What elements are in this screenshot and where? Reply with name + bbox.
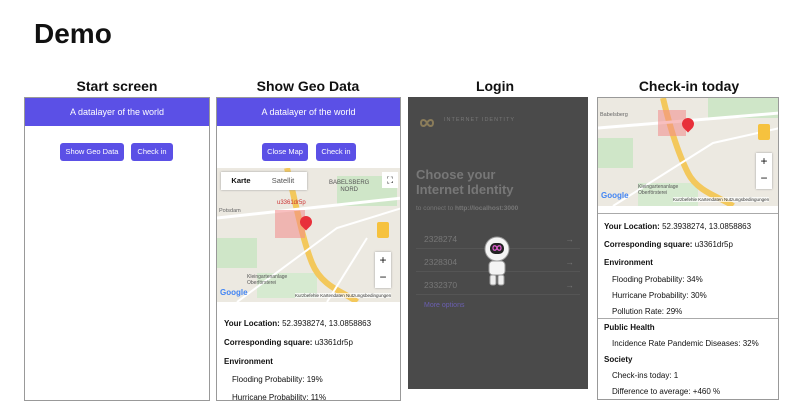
zoom-out-button[interactable]: − xyxy=(756,170,772,187)
login-heading: Choose your Internet Identity xyxy=(416,167,514,197)
square-value: u3361dr5p xyxy=(314,338,353,347)
map-view[interactable]: Karte Satellit ⛶ BABELSBERG NORD Potsdam u… xyxy=(217,168,400,302)
map-area-bottom-label: Kleingartenanlage Oberförsterei xyxy=(638,184,679,196)
pegman-icon[interactable] xyxy=(758,124,770,140)
app-header: A datalayer of the world xyxy=(25,98,209,126)
hurricane-probability: Hurricane Probability: 30% xyxy=(612,291,707,300)
location-label: Your Location: xyxy=(224,319,280,328)
society-heading: Society xyxy=(604,355,633,364)
difference-to-average: Difference to average: +460 % xyxy=(612,387,721,396)
square-label: Corresponding square: xyxy=(604,240,693,249)
check-in-button[interactable]: Check in xyxy=(316,143,356,161)
environment-heading: Environment xyxy=(224,357,273,366)
panel-title-login: Login xyxy=(475,78,515,94)
google-logo: Google xyxy=(601,191,629,200)
astronaut-loading-icon xyxy=(480,235,514,287)
health-society-info: Public Health Incidence Rate Pandemic Di… xyxy=(604,320,759,399)
internet-identity-logo-icon xyxy=(416,115,438,127)
arrow-right-icon: → xyxy=(565,257,575,267)
panel-title-checkin: Check-in today xyxy=(638,78,740,94)
map-footer: Kurzbefehle Kartendaten Nutzungsbedingun… xyxy=(673,197,770,202)
google-logo: Google xyxy=(220,288,248,297)
divider xyxy=(598,318,778,319)
hurricane-probability: Hurricane Probability: 11% xyxy=(232,393,327,401)
location-value: 52.3938274, 13.0858863 xyxy=(662,222,752,231)
marker-label: u3361dr5p xyxy=(277,200,306,206)
more-options-link[interactable]: More options xyxy=(416,298,580,314)
panel-title-start: Start screen xyxy=(76,78,158,94)
map-footer: Kurzbefehle Kartendaten Nutzungsbedingun… xyxy=(295,293,392,298)
environment-heading: Environment xyxy=(604,258,653,267)
check-in-button[interactable]: Check in xyxy=(131,143,173,161)
app-header: A datalayer of the world xyxy=(217,98,400,126)
square-value: u3361dr5p xyxy=(694,240,733,249)
geo-data-frame: A datalayer of the world Close Map Check… xyxy=(216,97,401,401)
zoom-in-button[interactable]: + xyxy=(375,252,391,269)
panel-title-geo: Show Geo Data xyxy=(256,78,360,94)
login-frame: INTERNET IDENTITY Choose your Internet I… xyxy=(408,97,588,389)
pandemic-incidence-rate: Incidence Rate Pandemic Diseases: 32% xyxy=(612,339,759,348)
arrow-right-icon: → xyxy=(565,234,575,244)
zoom-in-button[interactable]: + xyxy=(756,153,772,170)
map-area-bottom-label: Kleingartenanlage Oberförsterei xyxy=(247,274,288,286)
tab-karte[interactable]: Karte xyxy=(221,172,261,190)
public-health-heading: Public Health xyxy=(604,323,655,332)
zoom-controls: + − xyxy=(756,153,772,189)
zoom-out-button[interactable]: − xyxy=(375,269,391,286)
checkins-today: Check-ins today: 1 xyxy=(612,371,679,380)
brand-name: INTERNET IDENTITY xyxy=(444,117,515,123)
map-area-label: Potsdam xyxy=(219,208,241,214)
flooding-probability: Flooding Probability: 19% xyxy=(232,375,323,384)
pegman-icon[interactable] xyxy=(377,222,389,238)
map-view[interactable]: Babelsberg + − Kleingartenanlage Oberför… xyxy=(598,98,778,206)
checkin-frame: Babelsberg + − Kleingartenanlage Oberför… xyxy=(597,97,779,400)
fullscreen-icon[interactable]: ⛶ xyxy=(382,172,398,188)
geo-info: Your Location: 52.3938274, 13.0858863 Co… xyxy=(224,315,372,401)
zoom-controls: + − xyxy=(375,252,391,288)
page-title: Demo xyxy=(34,18,112,49)
arrow-right-icon: → xyxy=(565,280,575,290)
tab-satellit[interactable]: Satellit xyxy=(261,172,305,190)
connect-text: to connect to http://localhost:3000 xyxy=(416,205,519,212)
show-geo-data-button[interactable]: Show Geo Data xyxy=(60,143,124,161)
start-screen-frame: A datalayer of the world Show Geo Data C… xyxy=(24,97,210,401)
map-district-label: BABELSBERG NORD xyxy=(329,180,370,193)
map-type-toggle: Karte Satellit xyxy=(221,172,307,190)
divider xyxy=(598,213,778,214)
flooding-probability: Flooding Probability: 34% xyxy=(612,275,703,284)
checkin-info: Your Location: 52.3938274, 13.0858863 Co… xyxy=(604,218,751,320)
close-map-button[interactable]: Close Map xyxy=(262,143,308,161)
square-label: Corresponding square: xyxy=(224,338,313,347)
map-area-label: Babelsberg xyxy=(600,112,628,118)
location-value: 52.3938274, 13.0858863 xyxy=(282,319,372,328)
location-label: Your Location: xyxy=(604,222,660,231)
